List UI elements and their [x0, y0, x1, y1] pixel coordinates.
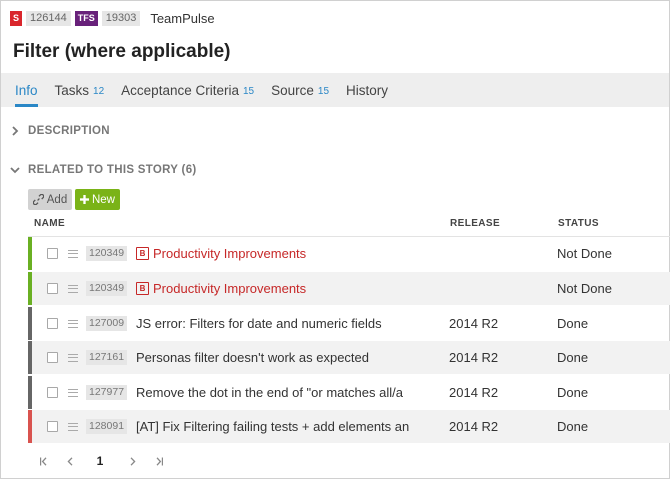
- first-page-icon: [40, 456, 47, 466]
- drag-handle-icon[interactable]: [68, 388, 78, 397]
- last-page-button[interactable]: [151, 452, 167, 470]
- tab-label: Source: [271, 82, 314, 98]
- row-checkbox[interactable]: [47, 352, 58, 363]
- page-title: Filter (where applicable): [13, 41, 231, 62]
- table-row[interactable]: 120349 B Productivity Improvements Not Do…: [28, 272, 670, 305]
- tab-bar: Info Tasks 12 Acceptance Criteria 15 Sou…: [1, 73, 669, 107]
- tab-tasks[interactable]: Tasks 12: [55, 73, 105, 107]
- row-name: Productivity Improvements: [153, 281, 307, 296]
- row-name[interactable]: Remove the dot in the end of "or matches…: [136, 385, 426, 400]
- drag-handle-icon[interactable]: [68, 284, 78, 293]
- chevron-down-icon: [10, 167, 20, 174]
- tab-count: 15: [317, 86, 330, 97]
- new-item-button[interactable]: New: [75, 189, 120, 210]
- new-label: New: [91, 193, 115, 206]
- row-status: Done: [557, 316, 589, 331]
- row-id: 128091: [86, 419, 128, 434]
- row-name[interactable]: Personas filter doesn't work as expected: [136, 350, 426, 365]
- chevron-right-icon: [130, 456, 136, 466]
- prev-page-button[interactable]: [62, 452, 78, 470]
- row-color-bar: [28, 410, 32, 443]
- chevron-left-icon: [67, 456, 73, 466]
- tab-source[interactable]: Source 15: [271, 73, 329, 107]
- related-heading: RELATED TO THIS STORY (6): [28, 164, 197, 176]
- row-checkbox[interactable]: [47, 248, 58, 259]
- tfs-badge: TFS: [74, 10, 98, 26]
- row-id: 127009: [86, 316, 128, 331]
- tab-acceptance-criteria[interactable]: Acceptance Criteria 15: [121, 73, 254, 107]
- drag-handle-icon[interactable]: [68, 249, 78, 258]
- tfs-id: 19303: [101, 10, 141, 26]
- add-label: Add: [46, 193, 68, 206]
- related-section-toggle[interactable]: RELATED TO THIS STORY (6): [10, 164, 197, 176]
- project-name[interactable]: TeamPulse: [150, 11, 214, 26]
- description-heading: DESCRIPTION: [28, 125, 110, 137]
- story-type-badge: S: [10, 10, 22, 26]
- link-icon: [32, 194, 44, 205]
- row-release: 2014 R2: [449, 385, 499, 400]
- drag-handle-icon[interactable]: [68, 353, 78, 362]
- drag-handle-icon[interactable]: [68, 319, 78, 328]
- plus-icon: [79, 195, 89, 204]
- chevron-right-icon: [12, 126, 19, 136]
- tab-label: Acceptance Criteria: [121, 82, 239, 98]
- row-status: Done: [557, 419, 589, 434]
- next-page-button[interactable]: [125, 452, 141, 470]
- description-section-toggle[interactable]: DESCRIPTION: [10, 125, 110, 137]
- row-color-bar: [28, 237, 32, 270]
- table-row[interactable]: 127977 Remove the dot in the end of "or …: [28, 376, 670, 409]
- column-header-name[interactable]: NAME: [34, 218, 65, 229]
- row-status: Not Done: [557, 246, 612, 261]
- row-color-bar: [28, 341, 32, 374]
- table-row[interactable]: 127161 Personas filter doesn't work as e…: [28, 341, 670, 374]
- tab-count: 15: [242, 86, 255, 97]
- row-name[interactable]: JS error: Filters for date and numeric f…: [136, 316, 426, 331]
- tab-label: Info: [15, 82, 38, 98]
- row-checkbox[interactable]: [47, 387, 58, 398]
- row-checkbox[interactable]: [47, 283, 58, 294]
- row-status: Done: [557, 350, 589, 365]
- row-release: 2014 R2: [449, 316, 499, 331]
- row-name-link[interactable]: B Productivity Improvements: [136, 246, 426, 261]
- column-header-release[interactable]: RELEASE: [450, 218, 500, 229]
- tab-count: 12: [93, 86, 105, 97]
- row-name[interactable]: [AT] Fix Filtering failing tests + add e…: [136, 419, 426, 434]
- table-row[interactable]: 127009 JS error: Filters for date and nu…: [28, 307, 670, 340]
- row-name: Productivity Improvements: [153, 246, 307, 261]
- row-id: 120349: [86, 246, 128, 261]
- tab-label: Tasks: [54, 82, 90, 98]
- current-page[interactable]: 1: [92, 452, 108, 470]
- last-page-icon: [156, 456, 163, 466]
- first-page-button[interactable]: [36, 452, 52, 470]
- row-checkbox[interactable]: [47, 421, 58, 432]
- row-color-bar: [28, 307, 32, 340]
- item-id-bar: S 126144 TFS 19303 TeamPulse: [10, 10, 215, 26]
- row-status: Done: [557, 385, 589, 400]
- bug-icon: B: [136, 247, 149, 260]
- drag-handle-icon[interactable]: [68, 422, 78, 431]
- row-release: 2014 R2: [449, 350, 499, 365]
- row-status: Not Done: [557, 281, 612, 296]
- tab-label: History: [346, 82, 389, 98]
- row-id: 127977: [86, 385, 128, 400]
- row-name-link[interactable]: B Productivity Improvements: [136, 281, 426, 296]
- tab-info[interactable]: Info: [15, 73, 38, 107]
- row-checkbox[interactable]: [47, 318, 58, 329]
- row-color-bar: [28, 272, 32, 305]
- row-release: 2014 R2: [449, 419, 499, 434]
- bug-icon: B: [136, 282, 149, 295]
- column-header-status[interactable]: STATUS: [558, 218, 599, 229]
- add-link-button[interactable]: Add: [28, 189, 72, 210]
- tab-history[interactable]: History: [346, 73, 388, 107]
- row-id: 127161: [86, 350, 128, 365]
- table-row[interactable]: 128091 [AT] Fix Filtering failing tests …: [28, 410, 670, 443]
- row-color-bar: [28, 376, 32, 409]
- row-id: 120349: [86, 281, 128, 296]
- story-id: 126144: [26, 10, 71, 26]
- table-row[interactable]: 120349 B Productivity Improvements Not Do…: [28, 237, 670, 270]
